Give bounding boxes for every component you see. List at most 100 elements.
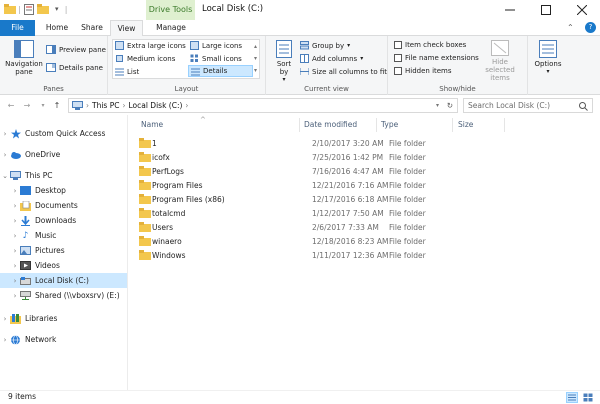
file-row[interactable]: Windows 1/11/2017 12:36 AM File folder	[136, 248, 428, 262]
recent-locations-button[interactable]: ▾	[36, 98, 50, 112]
breadcrumb-current[interactable]: Local Disk (C:)	[128, 101, 182, 110]
chevron-right-icon[interactable]: ›	[10, 202, 20, 210]
chevron-right-icon[interactable]: ›	[10, 292, 20, 300]
nav-item-documents[interactable]: › Documents	[0, 198, 127, 213]
chevron-right-icon[interactable]: ›	[0, 336, 10, 344]
details-pane-button[interactable]: Details pane	[46, 63, 103, 72]
chevron-down-icon[interactable]: ⌄	[0, 172, 10, 180]
properties-icon[interactable]	[23, 3, 35, 15]
large-icons-view-toggle[interactable]	[582, 392, 594, 403]
chevron-right-icon[interactable]: ›	[10, 247, 20, 255]
chevron-right-icon[interactable]: ›	[10, 262, 20, 270]
maximize-button[interactable]	[528, 0, 564, 20]
large-icons-option[interactable]: Large icons	[190, 41, 242, 50]
item-count: 9 items	[8, 392, 37, 401]
tab-manage[interactable]: Manage	[148, 20, 194, 36]
medium-icons-option[interactable]: Medium icons	[115, 54, 175, 63]
hidden-items-checkbox[interactable]: Hidden items	[394, 67, 452, 75]
file-row[interactable]: Program Files (x86) 12/17/2016 6:18 AM F…	[136, 192, 428, 206]
chevron-right-icon[interactable]: ›	[0, 315, 10, 323]
details-view-toggle[interactable]	[566, 392, 578, 403]
nav-item-shared-drive[interactable]: › Shared (\\vboxsrv) (E:)	[0, 288, 127, 303]
large-icons-icon	[190, 41, 199, 50]
file-type: File folder	[389, 152, 426, 162]
file-row[interactable]: totalcmd 1/12/2017 7:50 AM File folder	[136, 206, 428, 220]
chevron-right-icon[interactable]: ›	[10, 277, 20, 285]
navigation-pane-button[interactable]: Navigation pane	[4, 40, 44, 76]
list-icon	[115, 68, 124, 76]
details-option[interactable]: Details	[188, 65, 253, 77]
column-divider[interactable]	[299, 118, 300, 132]
add-columns-button[interactable]: Add columns ▾	[300, 54, 363, 63]
hide-items-icon	[491, 40, 509, 56]
forward-button[interactable]: →	[20, 98, 34, 112]
layout-scroll-icon[interactable]: ▴ ▾ ▾	[254, 41, 257, 77]
tab-share[interactable]: Share	[76, 20, 108, 36]
file-row[interactable]: 1 2/10/2017 3:20 AM File folder	[136, 136, 428, 150]
column-header-date-modified[interactable]: Date modified	[304, 119, 357, 131]
small-icons-option[interactable]: Small icons	[190, 54, 242, 63]
nav-item-desktop[interactable]: › Desktop	[0, 183, 127, 198]
chevron-right-icon[interactable]: ›	[0, 151, 10, 159]
tab-view[interactable]: View	[110, 20, 143, 37]
nav-item-network[interactable]: › Network	[0, 332, 127, 347]
nav-item-this-pc[interactable]: ⌄ This PC	[0, 168, 127, 183]
chevron-right-icon[interactable]: ›	[10, 217, 20, 225]
up-button[interactable]: ↑	[50, 98, 64, 112]
desktop-folder-icon	[20, 186, 31, 196]
customize-qat-icon[interactable]: ▾	[51, 3, 63, 15]
list-option[interactable]: List	[115, 67, 139, 76]
hide-selected-items-button[interactable]: Hide selected items	[476, 40, 524, 82]
back-button[interactable]: ←	[4, 98, 18, 112]
extra-large-icons-option[interactable]: Extra large icons	[115, 41, 186, 50]
item-check-boxes-checkbox[interactable]: Item check boxes	[394, 41, 466, 49]
chevron-right-icon[interactable]: ›	[0, 130, 10, 138]
close-button[interactable]	[564, 0, 600, 20]
nav-item-custom-quick-access[interactable]: › Custom Quick Access	[0, 126, 127, 141]
refresh-icon[interactable]: ↻	[447, 101, 453, 110]
file-name-extensions-checkbox[interactable]: File name extensions	[394, 54, 479, 62]
tab-file[interactable]: File	[0, 20, 35, 36]
nav-item-pictures[interactable]: › Pictures	[0, 243, 127, 258]
column-header-name[interactable]: Name	[141, 119, 163, 131]
breadcrumb-this-pc[interactable]: This PC	[92, 101, 119, 110]
preview-pane-button[interactable]: Preview pane	[46, 45, 106, 54]
search-input[interactable]: Search Local Disk (C:)	[463, 98, 593, 113]
file-row[interactable]: winaero 12/18/2016 8:23 AM File folder	[136, 234, 428, 248]
group-by-button[interactable]: Group by ▾	[300, 41, 350, 50]
nav-item-onedrive[interactable]: › OneDrive	[0, 147, 127, 162]
nav-item-libraries[interactable]: › Libraries	[0, 311, 127, 326]
file-name: icofx	[152, 152, 170, 162]
collapse-ribbon-icon[interactable]: ⌃	[567, 23, 574, 32]
file-row[interactable]: Program Files 12/21/2016 7:16 AM File fo…	[136, 178, 428, 192]
file-row[interactable]: PerfLogs 7/16/2016 4:47 AM File folder	[136, 164, 428, 178]
ribbon: Navigation pane Preview pane Details pan…	[0, 36, 600, 95]
address-dropdown-icon[interactable]: ▾	[436, 102, 439, 109]
column-divider[interactable]	[504, 118, 505, 132]
new-folder-icon[interactable]	[36, 3, 49, 15]
address-bar[interactable]: › This PC › Local Disk (C:) › ▾ ↻	[68, 98, 458, 113]
help-icon[interactable]: ?	[585, 22, 596, 33]
column-divider[interactable]	[452, 118, 453, 132]
file-name: Users	[152, 222, 174, 232]
chevron-right-icon[interactable]: ›	[10, 232, 20, 240]
column-divider[interactable]	[376, 118, 377, 132]
sort-by-button[interactable]: Sort by ▾	[272, 40, 296, 84]
column-header-type[interactable]: Type	[381, 119, 398, 131]
minimize-button[interactable]	[492, 0, 528, 20]
file-date: 1/12/2017 7:50 AM	[312, 208, 384, 218]
tab-home[interactable]: Home	[41, 20, 73, 36]
nav-item-local-disk[interactable]: › Local Disk (C:)	[0, 273, 127, 288]
cloud-icon	[10, 150, 21, 160]
nav-item-music[interactable]: › ♪ Music	[0, 228, 127, 243]
chevron-right-icon[interactable]: ›	[10, 187, 20, 195]
options-button[interactable]: Options ▾	[532, 40, 564, 76]
file-row[interactable]: icofx 7/25/2016 1:42 PM File folder	[136, 150, 428, 164]
column-header-size[interactable]: Size	[458, 119, 473, 131]
group-by-icon	[300, 41, 309, 50]
nav-item-downloads[interactable]: › Downloads	[0, 213, 127, 228]
size-all-columns-button[interactable]: Size all columns to fit	[300, 67, 387, 76]
file-row[interactable]: Users 2/6/2017 7:33 AM File folder	[136, 220, 428, 234]
navigation-pane-icon	[14, 40, 34, 58]
nav-item-videos[interactable]: › Videos	[0, 258, 127, 273]
